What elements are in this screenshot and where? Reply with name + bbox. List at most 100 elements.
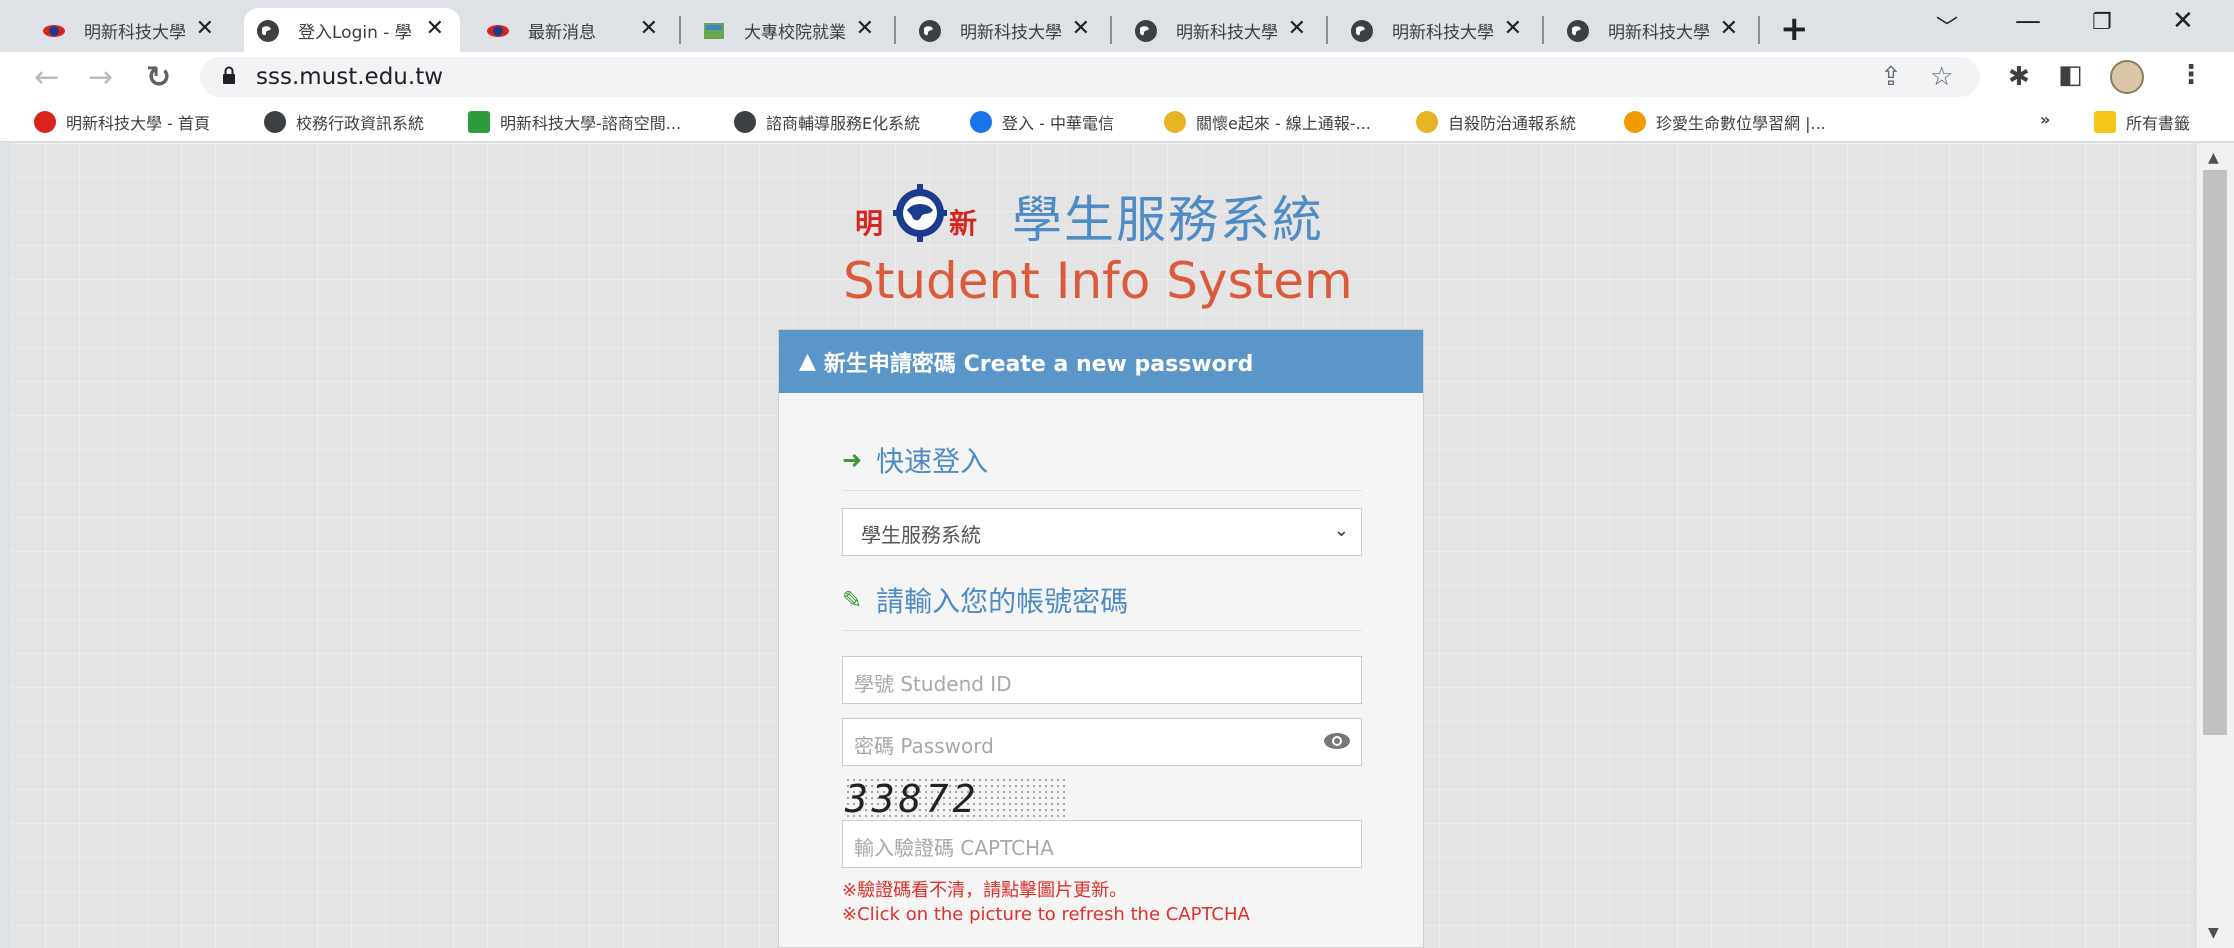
window-close-icon[interactable]: ✕ bbox=[2172, 6, 2194, 36]
captcha-note-zh: ※驗證碼看不清，請點擊圖片更新。 bbox=[842, 880, 1128, 901]
must-favicon-icon bbox=[34, 111, 56, 133]
close-tab-icon[interactable]: ✕ bbox=[1072, 16, 1090, 41]
tab-2-active[interactable]: 登入Login - 學 ✕ bbox=[244, 8, 460, 52]
cht-icon bbox=[970, 111, 992, 133]
tab-7[interactable]: 明新科技大學 ✕ bbox=[1338, 8, 1538, 52]
url-text[interactable]: sss.must.edu.tw bbox=[256, 64, 443, 90]
globe-icon bbox=[734, 111, 756, 133]
close-tab-icon[interactable]: ✕ bbox=[1720, 16, 1738, 41]
student-id-input[interactable]: 學號 Studend ID bbox=[842, 656, 1362, 704]
close-tab-icon[interactable]: ✕ bbox=[1288, 16, 1306, 41]
bookmark-label: 所有書籤 bbox=[2126, 114, 2191, 133]
gear-globe-icon bbox=[893, 184, 947, 242]
side-panel-icon[interactable]: ◧ bbox=[2058, 60, 2083, 90]
password-input[interactable]: 密碼 Password bbox=[842, 718, 1362, 766]
globe-icon bbox=[264, 111, 286, 133]
lock-icon[interactable] bbox=[222, 66, 236, 84]
close-tab-icon[interactable]: ✕ bbox=[1504, 16, 1522, 41]
tab-title: 登入Login - 學 bbox=[298, 22, 412, 43]
tab-title: 大專校院就業 bbox=[744, 22, 846, 43]
edit-icon: ✎ bbox=[842, 586, 863, 614]
folder-icon bbox=[2094, 111, 2116, 133]
captcha-image[interactable]: 33872 bbox=[845, 777, 1065, 821]
tab-title: 最新消息 bbox=[528, 22, 596, 43]
tab-title: 明新科技大學 bbox=[960, 22, 1062, 43]
bookmark-item[interactable]: 明新科技大學 - 首頁 bbox=[34, 110, 210, 134]
chevron-down-icon: ⌄ bbox=[1333, 520, 1349, 541]
tab-title: 明新科技大學 bbox=[1608, 22, 1710, 43]
scroll-down-arrow-icon[interactable]: ▼ bbox=[2208, 925, 2219, 941]
close-tab-icon[interactable]: ✕ bbox=[640, 16, 658, 41]
logo-char-left: 明 bbox=[855, 207, 884, 240]
credentials-heading: ✎ 請輸入您的帳號密碼 bbox=[842, 580, 1362, 631]
tab-5[interactable]: 明新科技大學 ✕ bbox=[906, 8, 1106, 52]
eye-icon[interactable] bbox=[1323, 729, 1351, 753]
password-placeholder: 密碼 Password bbox=[854, 734, 994, 758]
tab-separator bbox=[1110, 16, 1112, 44]
reload-icon[interactable]: ↻ bbox=[146, 60, 171, 95]
avatar[interactable] bbox=[2110, 60, 2144, 94]
tab-8[interactable]: 明新科技大學 ✕ bbox=[1554, 8, 1754, 52]
browser-toolbar: ← → ↻ sss.must.edu.tw ⇪ ☆ ✱ ◧ ⋮ bbox=[0, 52, 2234, 102]
captcha-input[interactable]: 輸入驗證碼 CAPTCHA bbox=[842, 820, 1362, 868]
minimize-icon[interactable]: — bbox=[2015, 6, 2041, 36]
scrollbar-thumb[interactable] bbox=[2203, 170, 2227, 735]
tab-6[interactable]: 明新科技大學 ✕ bbox=[1122, 8, 1322, 52]
sign-in-arrow-icon: ➜ bbox=[842, 446, 863, 474]
close-tab-icon[interactable]: ✕ bbox=[856, 16, 874, 41]
bookmark-item[interactable]: 諮商輔導服務E化系統 bbox=[734, 110, 920, 134]
tab-3[interactable]: 最新消息 ✕ bbox=[474, 8, 674, 52]
share-icon[interactable]: ⇪ bbox=[1880, 62, 1902, 92]
system-select[interactable]: 學生服務系統 ⌄ bbox=[842, 508, 1362, 556]
job-site-icon bbox=[704, 23, 724, 39]
globe-icon bbox=[1135, 20, 1157, 42]
scroll-up-arrow-icon[interactable]: ▲ bbox=[2208, 150, 2219, 166]
new-tab-plus-icon[interactable]: + bbox=[1780, 9, 1809, 49]
globe-icon bbox=[1351, 20, 1373, 42]
school-logo: 明 新 bbox=[855, 180, 985, 250]
forward-arrow-icon[interactable]: → bbox=[88, 60, 113, 95]
close-tab-icon[interactable]: ✕ bbox=[426, 16, 444, 41]
bookmark-item[interactable]: 明新科技大學-諮商空間... bbox=[468, 110, 681, 134]
create-password-banner[interactable]: ▲ 新生申請密碼 Create a new password bbox=[779, 330, 1423, 393]
bookmark-item[interactable]: 關懷e起來 - 線上通報-... bbox=[1164, 110, 1371, 134]
bookmark-label: 登入 - 中華電信 bbox=[1002, 114, 1114, 133]
banner-text[interactable]: 新生申請密碼 Create a new password bbox=[824, 346, 1253, 378]
tab-4[interactable]: 大專校院就業 ✕ bbox=[690, 8, 890, 52]
captcha-placeholder: 輸入驗證碼 CAPTCHA bbox=[854, 836, 1054, 860]
all-bookmarks-folder[interactable]: 所有書籤 bbox=[2094, 110, 2190, 134]
bookmark-label: 諮商輔導服務E化系統 bbox=[766, 114, 921, 133]
bookmark-item[interactable]: 校務行政資訊系統 bbox=[264, 110, 424, 134]
bookmark-label: 珍愛生命數位學習網 |... bbox=[1656, 114, 1826, 133]
bookmark-label: 明新科技大學-諮商空間... bbox=[500, 114, 682, 133]
tab-separator bbox=[1758, 16, 1760, 44]
menu-kebab-icon[interactable]: ⋮ bbox=[2178, 60, 2204, 90]
tab-search-chevron-icon[interactable]: ﹀ bbox=[1936, 10, 1958, 42]
tab-strip: 明新科技大學 ✕ 登入Login - 學 ✕ 最新消息 ✕ 大專校院就業 ✕ 明… bbox=[0, 0, 2234, 52]
bookmark-item[interactable]: 珍愛生命數位學習網 |... bbox=[1624, 110, 1826, 134]
student-id-placeholder: 學號 Studend ID bbox=[854, 672, 1012, 696]
extensions-puzzle-icon[interactable]: ✱ bbox=[2008, 62, 2030, 92]
bookmark-label: 關懷e起來 - 線上通報-... bbox=[1196, 114, 1371, 133]
system-title-zh: 學生服務系統 bbox=[1012, 191, 1324, 249]
bookmark-item[interactable]: 自殺防治通報系統 bbox=[1416, 110, 1576, 134]
bookmark-label: 明新科技大學 - 首頁 bbox=[66, 114, 210, 133]
globe-icon bbox=[919, 20, 941, 42]
globe-icon bbox=[1567, 20, 1589, 42]
quick-login-heading: ➜ 快速登入 bbox=[842, 440, 1362, 491]
bookmarks-bar: 明新科技大學 - 首頁 校務行政資訊系統 明新科技大學-諮商空間... 諮商輔導… bbox=[0, 102, 2234, 142]
restore-icon[interactable]: ❐ bbox=[2092, 10, 2112, 35]
tab-separator bbox=[679, 16, 681, 44]
login-panel: ▲ 新生申請密碼 Create a new password ➜ 快速登入 學生… bbox=[778, 329, 1424, 948]
tab-1[interactable]: 明新科技大學 ✕ bbox=[30, 8, 230, 52]
leaf-icon bbox=[1624, 111, 1646, 133]
globe-icon bbox=[257, 20, 279, 42]
captcha-note-en: ※Click on the picture to refresh the CAP… bbox=[842, 904, 1250, 925]
bookmark-item[interactable]: 登入 - 中華電信 bbox=[970, 110, 1114, 134]
close-tab-icon[interactable]: ✕ bbox=[196, 16, 214, 41]
address-bar[interactable]: sss.must.edu.tw ⇪ ☆ bbox=[200, 57, 1980, 97]
more-bookmarks-chevron-icon[interactable]: » bbox=[2040, 110, 2050, 129]
tab-title: 明新科技大學 bbox=[1392, 22, 1494, 43]
bookmark-star-icon[interactable]: ☆ bbox=[1930, 62, 1953, 92]
back-arrow-icon[interactable]: ← bbox=[34, 60, 59, 95]
